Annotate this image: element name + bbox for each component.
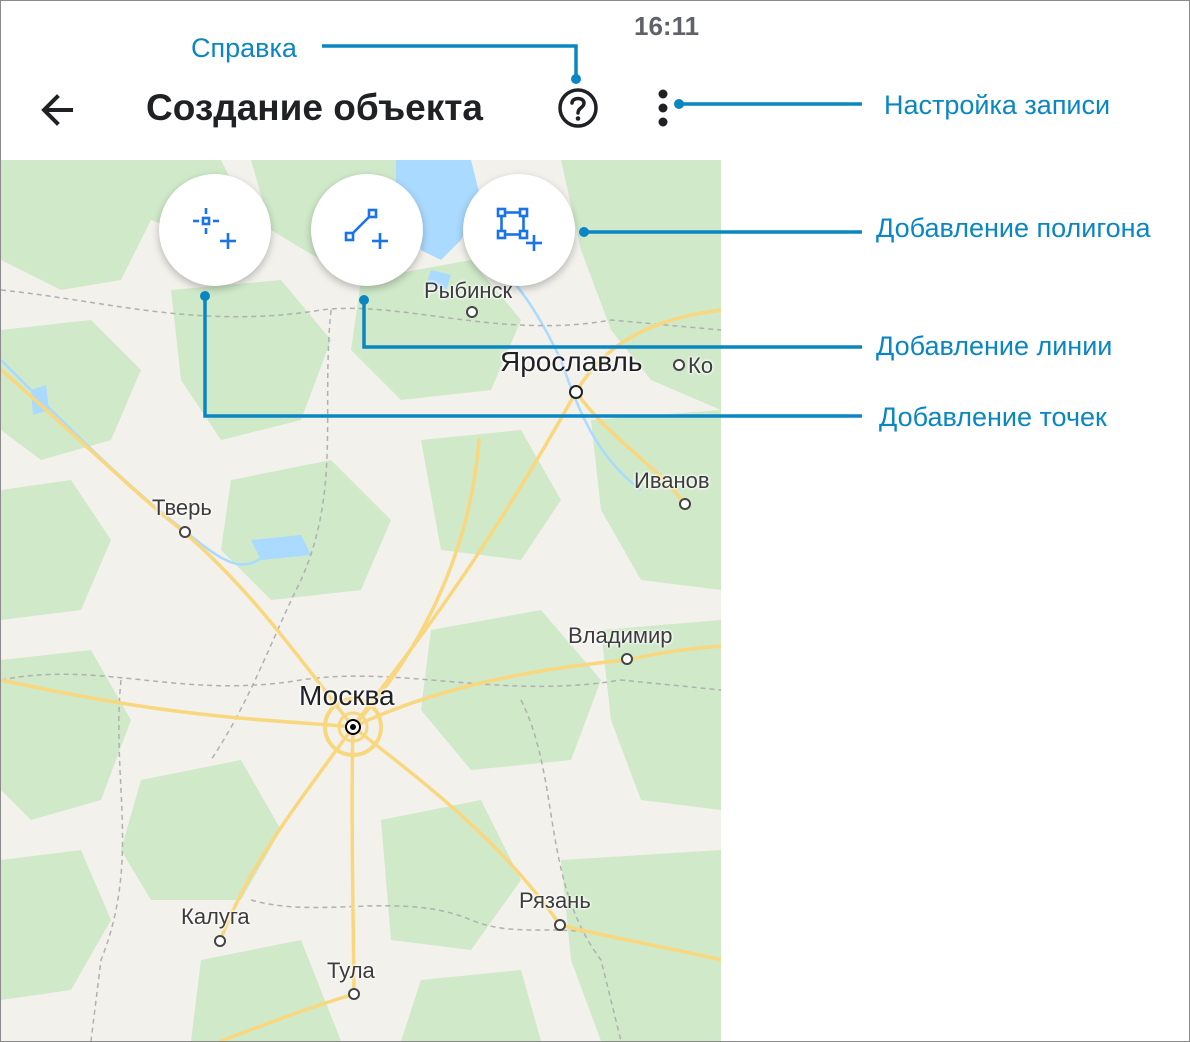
add-line-button[interactable] bbox=[311, 174, 423, 286]
city-marker-rybinsk bbox=[466, 306, 478, 318]
callout-help: Справка bbox=[191, 33, 297, 63]
map-label-kaluga: Калуга bbox=[181, 904, 250, 929]
map-base bbox=[1, 160, 721, 1041]
page-title: Создание объекта bbox=[146, 87, 483, 128]
add-point-icon bbox=[193, 208, 236, 249]
callout-record-settings: Настройка записи bbox=[884, 90, 1111, 120]
map-label-kostroma: Ко bbox=[688, 353, 714, 378]
add-point-button[interactable] bbox=[159, 174, 271, 286]
city-marker-ivanovo bbox=[679, 498, 691, 510]
callout-add-points: Добавление точек bbox=[879, 402, 1107, 432]
city-marker-ryazan bbox=[554, 919, 566, 931]
add-line-icon bbox=[344, 208, 388, 249]
help-button[interactable] bbox=[554, 84, 602, 132]
map-label-yaroslavl: Ярославль bbox=[500, 346, 643, 377]
map-label-vladimir: Владимир bbox=[568, 623, 673, 648]
back-button[interactable] bbox=[31, 84, 83, 136]
status-bar-time: 16:11 bbox=[634, 11, 700, 41]
city-marker-yaroslavl bbox=[569, 385, 583, 399]
city-marker-vladimir bbox=[621, 653, 633, 665]
more-menu-button[interactable] bbox=[646, 84, 680, 132]
city-marker-tver bbox=[179, 526, 191, 538]
add-polygon-icon bbox=[496, 207, 542, 251]
map-label-tver: Тверь bbox=[152, 495, 212, 520]
city-marker-kaluga bbox=[214, 935, 226, 947]
city-marker-moscow bbox=[345, 719, 361, 735]
city-marker-kostroma bbox=[673, 359, 685, 371]
more-vertical-icon bbox=[658, 89, 668, 127]
map-view[interactable]: Рыбинск Ярославль Ко Иванов Тверь Владим… bbox=[1, 160, 721, 1041]
callout-add-polygon: Добавление полигона bbox=[876, 213, 1151, 243]
map-label-ryazan: Рязань bbox=[519, 888, 591, 913]
app-bar: Создание объекта bbox=[1, 60, 721, 158]
map-label-tula: Тула bbox=[327, 958, 375, 983]
arrow-left-icon bbox=[41, 94, 73, 126]
help-circle-icon bbox=[558, 88, 598, 128]
city-marker-tula bbox=[348, 988, 360, 1000]
map-label-moscow: Москва bbox=[299, 680, 395, 711]
callout-add-line: Добавление линии bbox=[876, 331, 1113, 361]
map-label-ivanovo: Иванов bbox=[634, 468, 710, 493]
add-polygon-button[interactable] bbox=[463, 174, 575, 286]
